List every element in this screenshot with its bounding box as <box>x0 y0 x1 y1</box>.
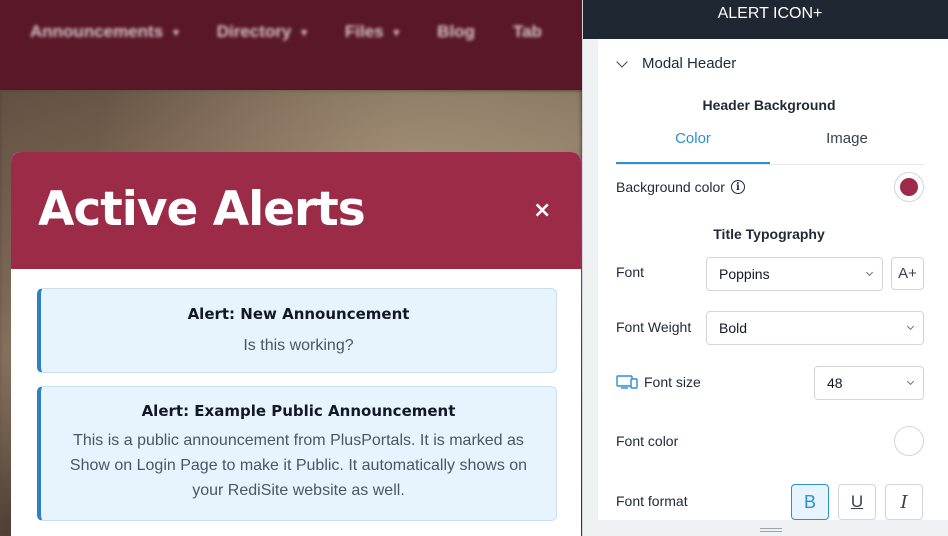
panel-divider <box>582 0 583 536</box>
bold-icon: B <box>803 491 816 512</box>
font-size-select[interactable]: 48 <box>814 366 924 400</box>
font-label: Font <box>616 264 645 280</box>
alert-body: This is a public announcement from PlusP… <box>69 432 528 499</box>
nav-item-files[interactable]: Files ▾ <box>345 22 399 42</box>
nav-item-blog[interactable]: Blog <box>437 22 475 42</box>
nav-item-directory[interactable]: Directory ▾ <box>217 22 307 42</box>
chevron-down-icon <box>865 268 874 277</box>
italic-button[interactable]: I <box>885 484 923 520</box>
alert-card: Alert: New Announcement Is this working? <box>37 288 557 373</box>
font-color-label: Font color <box>616 433 679 449</box>
background-color-swatch[interactable] <box>894 172 924 202</box>
font-weight-value: Bold <box>719 320 748 336</box>
font-size-value: 48 <box>827 375 843 391</box>
font-size-adjust-icon: A+ <box>898 265 917 282</box>
panel-content: Modal Header Header Background Color Ima… <box>598 39 948 520</box>
alert-title: Alert: New Announcement <box>187 305 410 323</box>
alert-card: Alert: Example Public Announcement This … <box>37 386 557 521</box>
font-format-label: Font format <box>616 493 688 509</box>
nav-item-label: Announcements <box>30 22 164 41</box>
tab-color[interactable]: Color <box>616 121 770 164</box>
chevron-down-icon: ▾ <box>173 26 179 39</box>
font-select-value: Poppins <box>719 266 770 282</box>
nav-item-tab[interactable]: Tab <box>513 22 542 42</box>
panel-title: ALERT ICON+ <box>582 0 948 39</box>
title-typography-heading: Title Typography <box>713 226 825 242</box>
website-preview: Announcements ▾ Directory ▾ Files ▾ Blog Ta… <box>0 0 582 536</box>
bold-button[interactable]: B <box>791 484 829 520</box>
nav-menu: Announcements ▾ Directory ▾ Files ▾ Blog Ta… <box>30 22 580 42</box>
nav-item-label: Tab <box>512 22 542 41</box>
background-color-label: Background color <box>616 179 725 195</box>
resize-grip-icon[interactable] <box>760 528 782 532</box>
chevron-down-icon <box>906 377 915 386</box>
font-size-adjust-button[interactable]: A+ <box>891 257 924 290</box>
section-title: Modal Header <box>642 55 737 72</box>
italic-icon: I <box>900 491 908 513</box>
modal-header: Active Alerts × <box>11 152 581 269</box>
font-size-row: Font size <box>616 374 701 390</box>
responsive-devices-icon[interactable] <box>616 375 638 389</box>
nav-item-label: Files <box>344 22 384 41</box>
nav-item-label: Blog <box>437 22 475 41</box>
underline-icon: U <box>850 492 864 511</box>
site-navbar: Announcements ▾ Directory ▾ Files ▾ Blog Ta… <box>0 0 582 90</box>
tab-image[interactable]: Image <box>770 121 924 164</box>
modal-title: Active Alerts <box>38 182 366 237</box>
info-icon[interactable]: i <box>730 180 745 194</box>
section-toggle-modal-header[interactable]: Modal Header <box>616 55 737 72</box>
settings-panel: ALERT ICON+ Modal Header Header Backgrou… <box>582 0 948 536</box>
color-dot <box>900 178 918 196</box>
font-weight-label: Font Weight <box>616 319 692 335</box>
font-size-label: Font size <box>644 374 701 390</box>
nav-item-announcements[interactable]: Announcements ▾ <box>30 22 179 42</box>
font-color-swatch[interactable] <box>894 426 924 456</box>
color-dot <box>900 432 918 450</box>
nav-item-label: Directory <box>216 22 292 41</box>
background-tabs: Color Image <box>616 121 924 165</box>
chevron-down-icon <box>906 322 915 331</box>
font-select[interactable]: Poppins <box>706 257 883 291</box>
header-background-heading: Header Background <box>702 97 836 113</box>
active-alerts-modal: Active Alerts × Alert: New Announcement … <box>11 152 581 536</box>
chevron-down-icon <box>616 55 628 68</box>
font-weight-select[interactable]: Bold <box>706 311 924 345</box>
alert-body: Is this working? <box>243 337 354 354</box>
chevron-down-icon: ▾ <box>393 26 400 39</box>
chevron-down-icon: ▾ <box>301 26 307 39</box>
background-color-row: Background color i <box>616 179 745 195</box>
close-icon[interactable]: × <box>533 198 551 223</box>
alert-title: Alert: Example Public Announcement <box>141 402 456 420</box>
underline-button[interactable]: U <box>838 484 876 520</box>
